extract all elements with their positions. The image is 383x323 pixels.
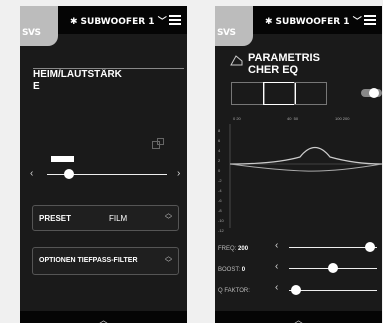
preset-label: PRESET [39, 214, 72, 223]
svs-logo: SVS [20, 6, 58, 46]
eq-band-3[interactable] [294, 82, 327, 105]
q-label: Q FAKTOR: [218, 288, 250, 294]
lowpass-options-selector[interactable]: OPTIONEN TIEFPASS-FILTER ︿ ﹀ [32, 247, 179, 275]
page-title: PARAMETRIS CHER EQ [248, 52, 320, 76]
page-title-line2: CHER EQ [248, 64, 299, 76]
volume-slider-knob[interactable] [63, 169, 74, 179]
menu-icon[interactable] [169, 15, 181, 25]
freq-decrease-arrow[interactable]: ‹ [275, 240, 278, 251]
boost-label: BOOST: 0 [218, 267, 246, 273]
device-selector[interactable]: ✱ SUBWOOFER 1 ﹀ [70, 14, 167, 27]
volume-decrease-arrow[interactable]: ‹ [30, 168, 33, 179]
volume-increase-arrow[interactable]: › [177, 168, 180, 179]
q-slider-knob[interactable] [291, 285, 302, 295]
eq-graph: 0 20 40 50 100 200 8 6 4 2 0 -2 -4 -6 -8 -10 -12 [215, 116, 382, 234]
device-name: SUBWOOFER 1 [275, 17, 350, 27]
q-slider-track[interactable] [289, 290, 377, 291]
page-title-line2: E [33, 81, 40, 92]
speaker-icon [152, 137, 164, 149]
eq-curve-cut [229, 163, 382, 172]
preset-value: FILM [109, 214, 128, 223]
chevron-up-icon: ︿ [98, 315, 109, 323]
q-decrease-arrow[interactable]: ‹ [275, 282, 278, 293]
freq-value: 200 [238, 246, 249, 252]
volume-screen: ✱ SUBWOOFER 1 ﹀ SVS HEIM/LAUTSTÄRK E ‹ › … [20, 6, 187, 323]
menu-icon[interactable] [364, 15, 376, 25]
chevron-up-icon: ︿ [293, 315, 304, 323]
svs-logo: SVS [215, 6, 253, 46]
chevron-down-icon: ﹀ [352, 17, 362, 27]
bluetooth-icon: ✱ [265, 17, 273, 27]
bluetooth-icon: ✱ [70, 17, 78, 27]
eq-band-1[interactable] [231, 82, 265, 105]
freq-slider-track[interactable] [289, 247, 377, 248]
lowpass-options-label: OPTIONEN TIEFPASS-FILTER [39, 257, 138, 264]
device-name: SUBWOOFER 1 [80, 17, 155, 27]
updown-icon: ︿ ﹀ [165, 210, 172, 224]
preset-selector[interactable]: PRESET FILM ︿ ﹀ [32, 205, 179, 231]
freq-slider-knob[interactable] [364, 242, 375, 252]
title-divider [33, 68, 184, 69]
boost-decrease-arrow[interactable]: ‹ [275, 261, 278, 272]
eq-toggle-knob[interactable] [369, 88, 379, 98]
page-title-line1: PARAMETRIS [248, 52, 320, 64]
eq-curve-svg [229, 124, 382, 228]
eq-toggle[interactable] [361, 88, 382, 98]
bottom-bar[interactable]: ︿ [215, 311, 382, 323]
bottom-bar[interactable]: ︿ [20, 311, 187, 323]
eq-curve-boost [229, 146, 382, 165]
device-selector[interactable]: ✱ SUBWOOFER 1 ﹀ [265, 14, 362, 27]
chevron-down-icon: ﹀ [157, 17, 167, 27]
eq-band-2[interactable] [263, 82, 296, 105]
logo-text: SVS [22, 28, 41, 38]
updown-icon: ︿ ﹀ [165, 253, 172, 267]
boost-value: 0 [241, 267, 246, 273]
eq-icon [230, 53, 243, 71]
page-title: HEIM/LAUTSTÄRK E [33, 69, 122, 93]
parametric-eq-screen: ✱ SUBWOOFER 1 ﹀ SVS PARAMETRIS CHER EQ 0 … [215, 6, 382, 323]
freq-label: FREQ: 200 [218, 246, 249, 252]
logo-text: SVS [217, 28, 236, 38]
volume-value-display [51, 156, 74, 162]
boost-slider-knob[interactable] [328, 263, 338, 273]
page-title-line1: HEIM/LAUTSTÄRK [33, 69, 122, 80]
